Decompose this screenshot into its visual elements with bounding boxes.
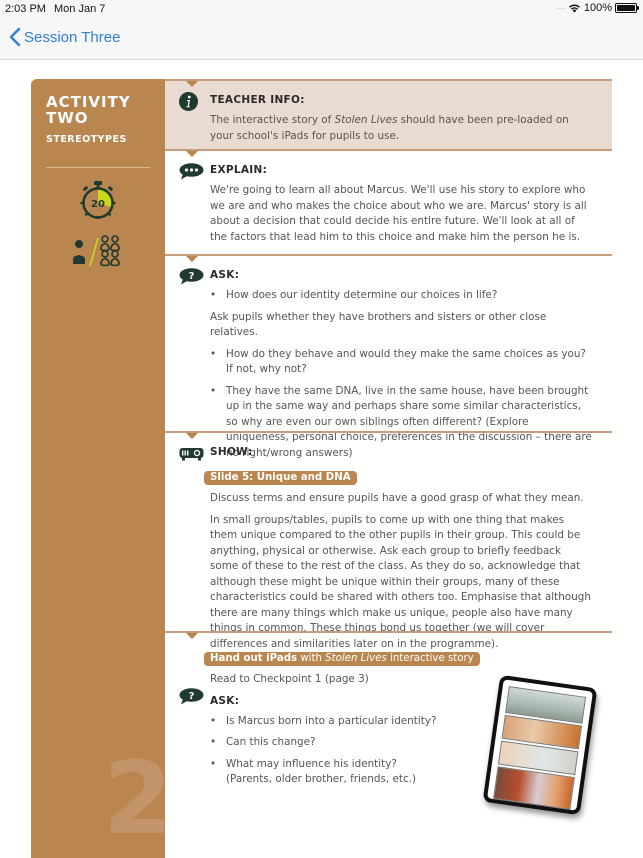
slide-reference-label: Slide 5: Unique and DNA xyxy=(210,472,351,483)
bullet-marker: • xyxy=(210,347,217,360)
activity-sidebar: ACTIVITY TWO STEREOTYPES 20 2 xyxy=(31,79,165,858)
activity-page: ACTIVITY TWO STEREOTYPES 20 2 TEACHER IN… xyxy=(31,79,612,858)
handout-tag-bold: Hand out iPads xyxy=(210,653,298,664)
battery-percent: 100% xyxy=(583,2,612,14)
battery-icon xyxy=(615,3,639,13)
sidebar-divider xyxy=(46,167,150,168)
projector-icon xyxy=(179,448,204,461)
bullet-text-line1: What may influence his identity? xyxy=(226,757,397,770)
back-button[interactable]: Session Three xyxy=(9,27,120,47)
bullet-marker: • xyxy=(210,736,217,748)
bullet-text-line2: (Parents, older brother, friends, etc.) xyxy=(226,773,417,785)
status-bar: 2:03 PM Mon Jan 7 ····· 100% xyxy=(0,0,643,18)
handout-tag-mid: with xyxy=(297,653,326,664)
activity-title: ACTIVITY TWO xyxy=(46,94,131,126)
ask-instruction: Ask pupils whether they have brothers an… xyxy=(210,310,547,339)
activity-number-watermark: 2 xyxy=(103,740,165,857)
bullet-marker: • xyxy=(210,714,217,727)
slash-divider xyxy=(89,237,99,267)
bullet-marker: • xyxy=(210,757,217,770)
teacher-info-text: The interactive story of Stolen Lives sh… xyxy=(210,113,592,144)
bullet-marker: • xyxy=(210,289,217,301)
signal-dots-icon: ····· xyxy=(556,3,566,13)
section-notch xyxy=(186,633,198,639)
status-right: ····· 100% xyxy=(556,2,639,14)
svg-text:?: ? xyxy=(189,691,195,702)
bullet-text: How does our identity determine our choi… xyxy=(226,289,498,301)
section-notch xyxy=(186,433,198,439)
group-icon xyxy=(100,235,120,267)
teacher-info-heading: TEACHER INFO: xyxy=(210,94,305,106)
ask-bullet: • How does our identity determine our cho… xyxy=(210,288,592,304)
show-section: SHOW: Slide 5: Unique and DNA Discuss te… xyxy=(165,431,612,650)
handout-tag-end: interactive story xyxy=(386,653,474,664)
bullet-text-line1: How do they behave and would they make t… xyxy=(226,347,586,360)
show-heading: SHOW: xyxy=(210,446,253,458)
teacher-info-text-pre: The interactive story of xyxy=(210,114,335,126)
ask-bullet: • How do they behave and would they make … xyxy=(210,347,592,378)
handout-tag-story-title: Stolen Lives xyxy=(325,653,387,664)
navigation-bar: Session Three xyxy=(0,18,643,60)
explain-heading: EXPLAIN: xyxy=(210,164,268,176)
teacher-info-section: TEACHER INFO: The interactive story of S… xyxy=(165,79,612,151)
chevron-left-icon xyxy=(9,27,21,47)
ipad-comic-illustration xyxy=(482,674,598,816)
speech-bubble-icon xyxy=(179,163,204,180)
ask-section: ? ASK: • How does our identity determine … xyxy=(165,254,612,459)
individual-or-group-icon xyxy=(73,235,120,267)
question-bubble-icon: ? xyxy=(179,688,204,705)
slide-reference-tag: Slide 5: Unique and DNA xyxy=(204,471,357,485)
section-notch xyxy=(186,151,198,157)
bullet-text: What may influence his identity? (Parents… xyxy=(226,757,416,788)
stopwatch-icon: 20 xyxy=(80,181,116,219)
wifi-icon xyxy=(568,4,580,13)
status-time: 2:03 PM xyxy=(5,3,46,15)
explain-text: We're going to learn all about Marcus. W… xyxy=(210,184,587,243)
question-bubble-icon: ? xyxy=(179,268,204,285)
bullet-text: Can this change? xyxy=(226,736,316,748)
activity-title-line1: ACTIVITY xyxy=(46,93,131,111)
story-title: Stolen Lives xyxy=(334,114,398,126)
show-instruction: Discuss terms and ensure pupils have a g… xyxy=(210,492,584,504)
timer-minutes: 20 xyxy=(91,199,105,210)
comic-page-image xyxy=(493,686,587,810)
ask-heading: ASK: xyxy=(210,269,240,281)
svg-text:?: ? xyxy=(189,271,195,282)
bullet-text: Is Marcus born into a particular identit… xyxy=(226,714,437,727)
activity-subtitle: STEREOTYPES xyxy=(46,134,127,145)
person-icon xyxy=(73,240,85,264)
info-icon xyxy=(179,92,198,111)
bullet-text-line2: If not, why not? xyxy=(226,363,307,375)
status-date: Mon Jan 7 xyxy=(54,3,106,15)
activity-title-line2: TWO xyxy=(46,109,89,127)
back-label: Session Three xyxy=(24,28,121,46)
explain-section: EXPLAIN: We're going to learn all about … xyxy=(165,151,612,254)
bullet-text: How do they behave and would they make t… xyxy=(226,347,586,378)
section-notch xyxy=(186,81,198,87)
section-notch xyxy=(186,256,198,262)
handout-tag: Hand out iPads with Stolen Lives interac… xyxy=(204,652,480,666)
